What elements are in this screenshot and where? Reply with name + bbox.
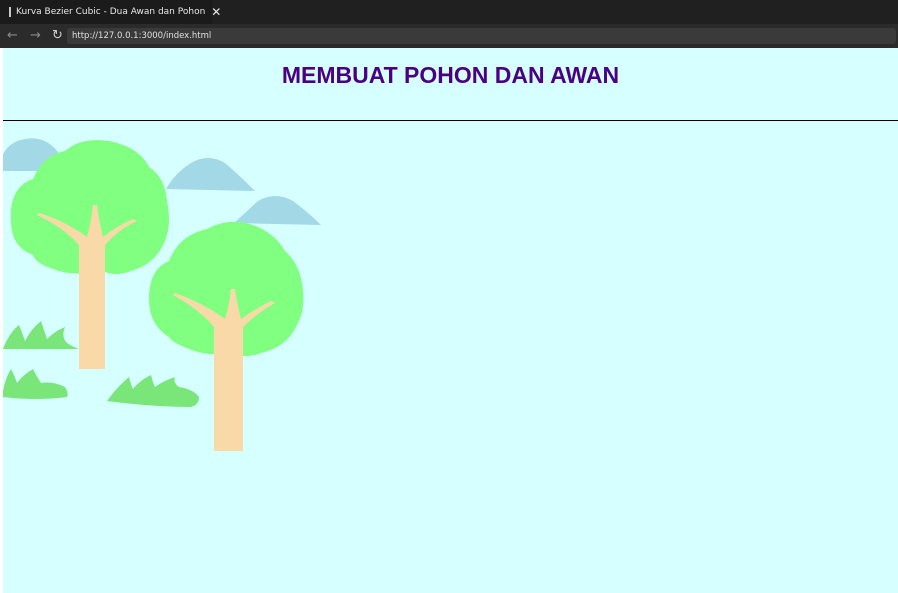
page-content: MEMBUAT POHON DAN AWAN	[3, 48, 898, 593]
grass-patch-2	[3, 369, 68, 399]
close-tab-icon[interactable]: ✕	[211, 6, 221, 18]
address-bar[interactable]: http://127.0.0.1:3000/index.html	[67, 28, 896, 44]
grass-patch-3	[107, 375, 199, 407]
tab-title: Kurva Bezier Cubic - Dua Awan dan Pohon	[16, 7, 206, 17]
cloud-2	[166, 158, 255, 191]
browser-tab[interactable]: Kurva Bezier Cubic - Dua Awan dan Pohon …	[0, 0, 221, 24]
tree-2	[149, 221, 304, 451]
reload-button[interactable]: ↻	[52, 28, 63, 44]
page-icon	[9, 7, 11, 17]
tab-bar: Kurva Bezier Cubic - Dua Awan dan Pohon …	[0, 0, 898, 24]
forward-button[interactable]: →	[30, 28, 41, 44]
browser-toolbar: ← → ↻ http://127.0.0.1:3000/index.html	[0, 24, 898, 48]
page-title: MEMBUAT POHON DAN AWAN	[281, 62, 620, 88]
back-button[interactable]: ←	[7, 28, 18, 44]
grass-patch-1	[3, 321, 79, 349]
browser-window: Kurva Bezier Cubic - Dua Awan dan Pohon …	[0, 0, 898, 593]
drawing-canvas	[3, 138, 321, 451]
cloud-3	[234, 196, 321, 225]
